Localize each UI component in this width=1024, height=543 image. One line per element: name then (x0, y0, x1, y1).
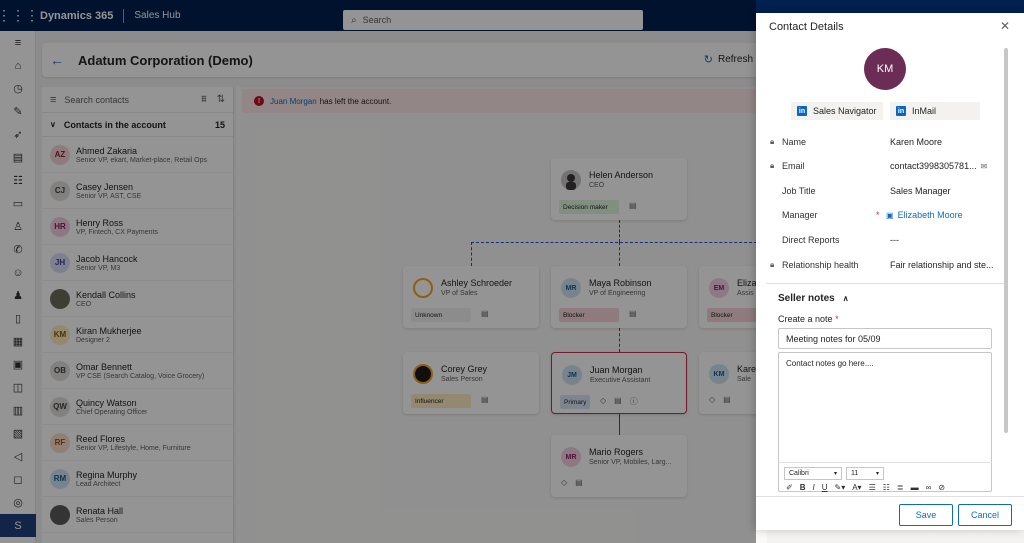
field-name: 🔒︎ Name Karen Moore (770, 135, 1000, 149)
align-icon[interactable]: ≣ (897, 483, 904, 492)
contact-avatar: KM (864, 48, 906, 90)
link-icon[interactable]: ∞ (926, 483, 932, 492)
linkedin-icon: in (797, 106, 807, 116)
field-label: Manager (782, 210, 818, 220)
seller-notes-header[interactable]: Seller notes ∧ (778, 293, 849, 304)
sales-navigator-button[interactable]: in Sales Navigator (791, 102, 883, 120)
field-value[interactable]: Fair relationship and ste... (890, 260, 994, 270)
divider (778, 462, 992, 463)
sales-navigator-label: Sales Navigator (813, 106, 877, 116)
field-value[interactable]: Karen Moore (890, 137, 942, 147)
unlink-icon[interactable]: ⊘ (938, 483, 945, 492)
font-color-icon[interactable]: A▾ (852, 483, 861, 492)
inmail-label: InMail (912, 106, 937, 116)
field-label: Job Title (782, 186, 816, 196)
create-note-label: Create a note * (778, 314, 839, 324)
field-label: Name (782, 137, 807, 147)
highlight-icon[interactable]: ✎▾ (835, 483, 846, 492)
underline-icon[interactable]: U (822, 483, 828, 492)
field-value: --- (890, 235, 899, 245)
field-label: Relationship health (782, 260, 859, 270)
field-email: 🔒︎ Email contact3998305781... ✉ (770, 159, 1000, 173)
field-value[interactable]: contact3998305781... (890, 161, 977, 171)
font-size-select[interactable]: 11 ▾ (846, 467, 884, 480)
create-note-text: Create a note (778, 314, 833, 324)
contact-card-icon: ▣ (886, 210, 894, 220)
app: ⋮⋮⋮ Dynamics 365 Sales Hub ⌕ Search ≡ ⌂ … (0, 0, 1024, 543)
formatting-toolbar: ✐ B I U ✎▾ A▾ ☰ ☷ ≣ ▬ ∞ ⊘ (786, 483, 945, 492)
seller-notes-label: Seller notes (778, 293, 835, 304)
lock-icon: 🔒︎ (770, 137, 775, 146)
font-family-value: Calibri (789, 470, 809, 477)
divider (766, 283, 1008, 284)
field-job-title: Job Title Sales Manager (770, 184, 1000, 198)
lock-icon: 🔒︎ (770, 260, 775, 269)
line-icon[interactable]: ▬ (911, 483, 919, 492)
field-value[interactable]: Elizabeth Moore (898, 210, 963, 220)
lock-icon: 🔒︎ (770, 161, 775, 170)
font-family-select[interactable]: Calibri ▾ (784, 467, 842, 480)
chevron-up-icon: ∧ (842, 294, 849, 303)
italic-icon[interactable]: I (812, 483, 814, 492)
panel-footer: Save Cancel (756, 496, 1024, 530)
field-label: Email (782, 161, 805, 171)
contact-details-panel: Contact Details ✕ KM in Sales Navigator … (756, 13, 1024, 530)
inmail-button[interactable]: in InMail (890, 102, 980, 120)
save-button[interactable]: Save (899, 504, 953, 526)
close-icon[interactable]: ✕ (1000, 19, 1010, 33)
panel-title: Contact Details (769, 21, 844, 33)
email-send-icon[interactable]: ✉ (981, 162, 988, 171)
panel-scrollbar[interactable] (1004, 48, 1008, 433)
font-size-value: 11 (851, 470, 859, 477)
note-title-input[interactable]: Meeting notes for 05/09 (778, 328, 992, 349)
chevron-down-icon: ▾ (875, 471, 879, 477)
required-marker: * (835, 314, 839, 324)
chevron-down-icon: ▾ (833, 471, 837, 477)
bold-icon[interactable]: B (800, 483, 806, 492)
format-painter-icon[interactable]: ✐ (786, 483, 793, 492)
field-value[interactable]: Sales Manager (890, 186, 951, 196)
required-marker: * (876, 210, 880, 220)
bullets-icon[interactable]: ☰ (869, 483, 876, 492)
linkedin-icon: in (896, 106, 906, 116)
modal-overlay[interactable] (0, 0, 756, 543)
field-direct-reports: Direct Reports --- (770, 233, 1000, 247)
field-relationship-health: 🔒︎ Relationship health Fair relationship… (770, 258, 1000, 272)
field-manager: Manager * ▣ Elizabeth Moore (770, 208, 1000, 222)
cancel-button[interactable]: Cancel (958, 504, 1012, 526)
field-label: Direct Reports (782, 235, 840, 245)
numbering-icon[interactable]: ☷ (883, 483, 890, 492)
